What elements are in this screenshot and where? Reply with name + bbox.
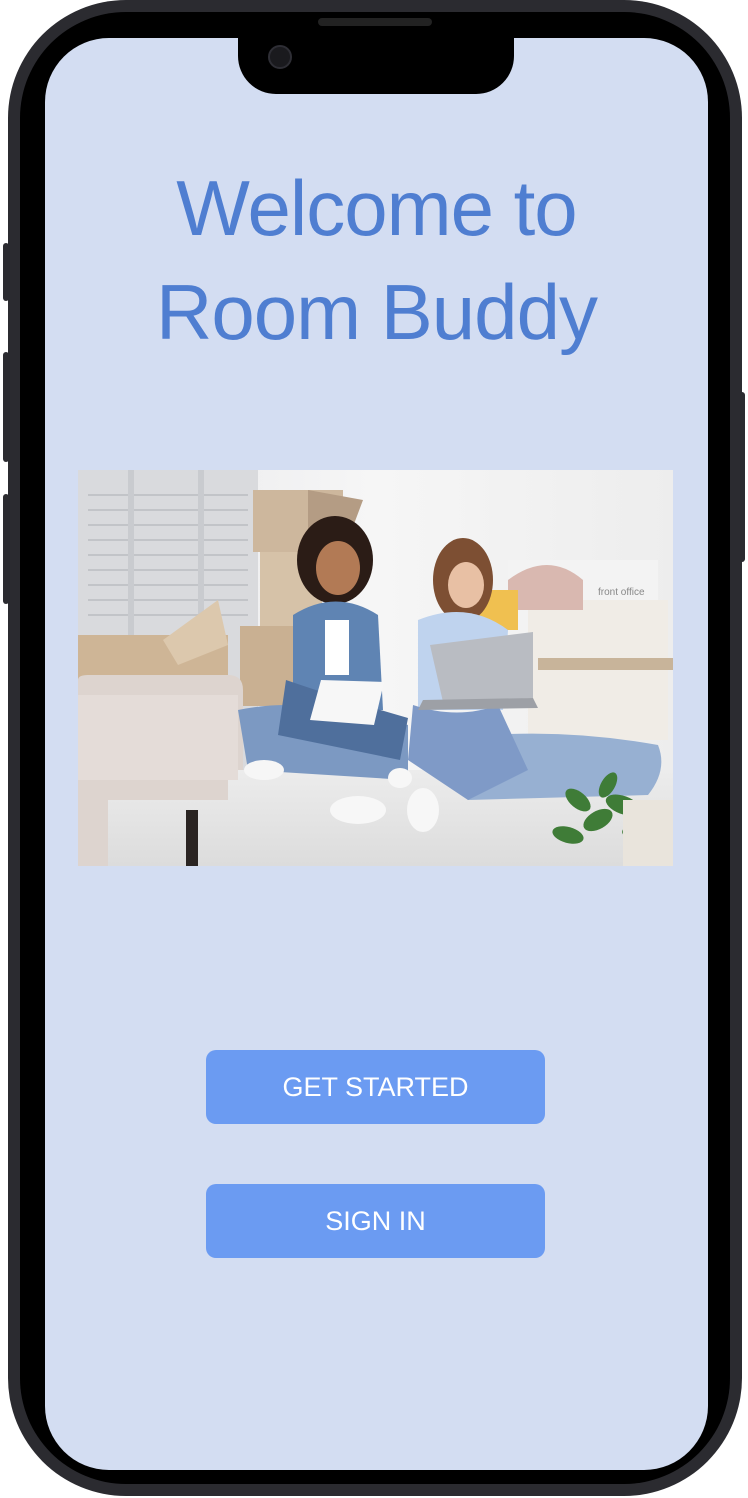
welcome-title-line-1: Welcome to <box>176 164 577 252</box>
svg-text:front office: front office <box>598 587 645 598</box>
welcome-title-line-2: Room Buddy <box>156 268 598 356</box>
sign-in-button[interactable]: SIGN IN <box>206 1184 545 1258</box>
power-button <box>739 392 745 562</box>
welcome-title: Welcome to Room Buddy <box>45 156 708 364</box>
get-started-button[interactable]: GET STARTED <box>206 1050 545 1124</box>
volume-down-button <box>3 494 9 604</box>
speaker-grille <box>318 18 432 26</box>
volume-up-button <box>3 352 9 462</box>
silent-switch <box>3 243 9 301</box>
front-camera-icon <box>268 45 292 69</box>
app-screen: Welcome to Room Buddy front office GET S… <box>45 38 708 1470</box>
roommates-photo: front office <box>78 470 673 866</box>
